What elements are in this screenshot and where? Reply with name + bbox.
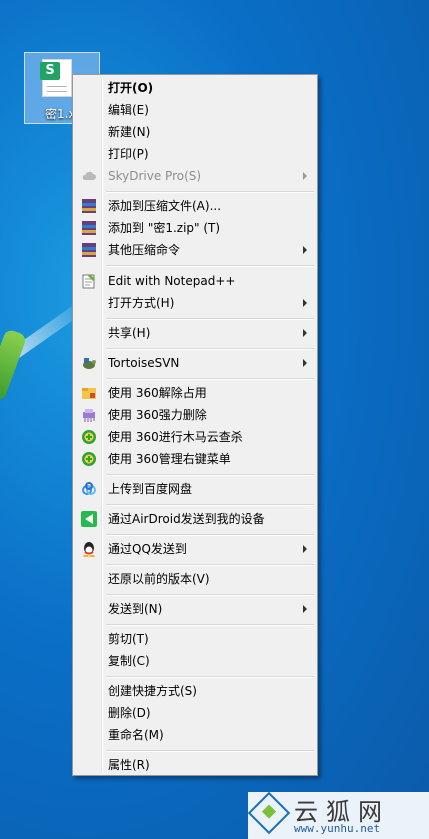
- 360-shred-icon: [83, 409, 95, 422]
- site-watermark: 云狐网 www.yunhu.net: [247, 791, 429, 839]
- menu-separator: [106, 265, 314, 267]
- context-menu: 打开(O) 编辑(E) 新建(N) 打印(P) SkyDrive Pro(S) …: [72, 74, 318, 776]
- menu-item-print[interactable]: 打印(P): [75, 143, 315, 165]
- menu-separator: [106, 318, 314, 320]
- menu-item-label: 创建快捷方式(S): [108, 684, 197, 698]
- menu-item-copy[interactable]: 复制(C): [75, 650, 315, 672]
- wps-sheet-badge: S: [40, 62, 60, 80]
- menu-item-share[interactable]: 共享(H): [75, 322, 315, 344]
- menu-item-open-with[interactable]: 打开方式(H): [75, 292, 315, 314]
- menu-item-label: 使用 360解除占用: [108, 386, 207, 400]
- menu-item-skydrive[interactable]: SkyDrive Pro(S): [75, 165, 315, 187]
- menu-item-label: SkyDrive Pro(S): [108, 169, 202, 183]
- airdroid-icon: [81, 511, 97, 527]
- menu-item-label: TortoiseSVN: [108, 356, 180, 370]
- menu-item-label: 发送到(N): [108, 602, 163, 616]
- winrar-icon: [82, 199, 96, 213]
- submenu-arrow-icon: [303, 172, 307, 180]
- spreadsheet-file-icon: S: [40, 59, 72, 97]
- menu-item-label: 添加到压缩文件(A)...: [108, 199, 222, 213]
- menu-separator: [106, 348, 314, 350]
- menu-separator: [106, 594, 314, 596]
- menu-item-create-shortcut[interactable]: 创建快捷方式(S): [75, 680, 315, 702]
- menu-separator: [106, 504, 314, 506]
- menu-item-new[interactable]: 新建(N): [75, 121, 315, 143]
- menu-separator: [106, 378, 314, 380]
- menu-separator: [106, 564, 314, 566]
- menu-item-label: 编辑(E): [108, 103, 149, 117]
- menu-item-airdroid[interactable]: 通过AirDroid发送到我的设备: [75, 508, 315, 530]
- menu-item-add-to-archive[interactable]: 添加到压缩文件(A)...: [75, 195, 315, 217]
- menu-item-restore-versions[interactable]: 还原以前的版本(V): [75, 568, 315, 590]
- wallpaper-green-streak: [0, 328, 28, 402]
- menu-separator: [106, 750, 314, 752]
- menu-separator: [106, 191, 314, 193]
- menu-item-label: 上传到百度网盘: [108, 482, 193, 496]
- cloud-icon: [82, 171, 96, 180]
- menu-item-360-manage[interactable]: 使用 360管理右键菜单: [75, 448, 315, 470]
- menu-separator: [106, 624, 314, 626]
- menu-item-360-unlock[interactable]: 使用 360解除占用: [75, 382, 315, 404]
- submenu-arrow-icon: [303, 605, 307, 613]
- menu-item-other-compress[interactable]: 其他压缩命令: [75, 239, 315, 261]
- menu-item-label: 打开(O): [108, 81, 154, 95]
- menu-item-add-to-zip[interactable]: 添加到 "密1.zip" (T): [75, 217, 315, 239]
- winrar-icon: [82, 221, 96, 235]
- menu-item-label: 使用 360进行木马云查杀: [108, 430, 243, 444]
- tortoisesvn-icon: [83, 358, 96, 369]
- menu-item-label: 使用 360管理右键菜单: [108, 452, 231, 466]
- menu-item-properties[interactable]: 属性(R): [75, 754, 315, 776]
- qq-icon: [83, 542, 95, 557]
- menu-item-open[interactable]: 打开(O): [75, 77, 315, 99]
- submenu-arrow-icon: [303, 299, 307, 307]
- menu-item-360-shred[interactable]: 使用 360强力删除: [75, 404, 315, 426]
- menu-item-label: 通过AirDroid发送到我的设备: [108, 512, 265, 526]
- menu-separator: [106, 474, 314, 476]
- watermark-url: www.yunhu.net: [294, 822, 381, 835]
- menu-item-delete[interactable]: 删除(D): [75, 702, 315, 724]
- menu-item-label: 复制(C): [108, 654, 150, 668]
- menu-item-send-to[interactable]: 发送到(N): [75, 598, 315, 620]
- menu-item-label: Edit with Notepad++: [108, 274, 236, 288]
- menu-item-label: 添加到 "密1.zip" (T): [108, 221, 221, 235]
- menu-item-tortoisesvn[interactable]: TortoiseSVN: [75, 352, 315, 374]
- menu-item-label: 打开方式(H): [108, 296, 175, 310]
- menu-item-label: 重命名(M): [108, 728, 164, 742]
- menu-item-label: 共享(H): [108, 326, 151, 340]
- menu-item-label: 删除(D): [108, 706, 151, 720]
- submenu-arrow-icon: [303, 329, 307, 337]
- menu-separator: [106, 534, 314, 536]
- submenu-arrow-icon: [303, 545, 307, 553]
- menu-item-label: 打印(P): [108, 147, 149, 161]
- menu-item-label: 还原以前的版本(V): [108, 572, 210, 586]
- menu-item-notepadpp[interactable]: Edit with Notepad++: [75, 270, 315, 292]
- notepad-plus-plus-icon: [82, 274, 95, 289]
- menu-item-label: 属性(R): [108, 758, 150, 772]
- menu-item-label: 其他压缩命令: [108, 243, 181, 257]
- submenu-arrow-icon: [303, 246, 307, 254]
- menu-item-cut[interactable]: 剪切(T): [75, 628, 315, 650]
- menu-item-rename[interactable]: 重命名(M): [75, 724, 315, 746]
- 360-scan-icon: [82, 430, 96, 444]
- menu-item-label: 新建(N): [108, 125, 151, 139]
- menu-item-label: 剪切(T): [108, 632, 149, 646]
- yunhu-logo-icon: [247, 791, 291, 835]
- menu-item-baidu-netdisk[interactable]: 上传到百度网盘: [75, 478, 315, 500]
- menu-item-qq-send[interactable]: 通过QQ发送到: [75, 538, 315, 560]
- menu-item-label: 使用 360强力删除: [108, 408, 207, 422]
- baidu-netdisk-icon: [82, 482, 96, 495]
- menu-separator: [106, 676, 314, 678]
- winrar-icon: [82, 243, 96, 257]
- 360-manage-icon: [82, 452, 96, 466]
- submenu-arrow-icon: [303, 359, 307, 367]
- menu-item-360-scan[interactable]: 使用 360进行木马云查杀: [75, 426, 315, 448]
- menu-item-edit[interactable]: 编辑(E): [75, 99, 315, 121]
- menu-item-label: 通过QQ发送到: [108, 542, 187, 556]
- 360-unlock-icon: [82, 388, 96, 399]
